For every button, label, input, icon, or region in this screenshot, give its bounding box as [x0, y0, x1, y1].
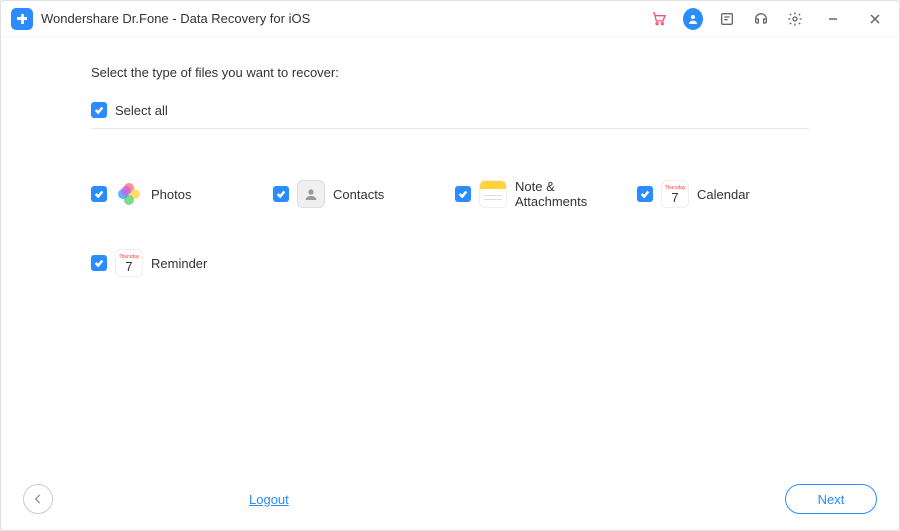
footer: Logout Next: [1, 468, 899, 530]
app-logo-icon: [11, 8, 33, 30]
calendar-icon: Thursday 7: [661, 180, 689, 208]
contacts-icon: [297, 180, 325, 208]
content-area: Select the type of files you want to rec…: [1, 37, 899, 468]
calendar-label: Calendar: [697, 187, 750, 202]
file-type-grid: Photos Contacts Note & Attachments: [91, 179, 809, 277]
titlebar-actions: [649, 5, 889, 33]
next-button[interactable]: Next: [785, 484, 877, 514]
select-all-row: Select all: [91, 102, 809, 129]
settings-icon[interactable]: [785, 9, 805, 29]
contacts-label: Contacts: [333, 187, 384, 202]
file-type-calendar[interactable]: Thursday 7 Calendar: [637, 179, 809, 209]
feedback-icon[interactable]: [717, 9, 737, 29]
user-icon[interactable]: [683, 9, 703, 29]
file-type-photos[interactable]: Photos: [91, 179, 263, 209]
photos-checkbox[interactable]: [91, 186, 107, 202]
contacts-checkbox[interactable]: [273, 186, 289, 202]
app-window: Wondershare Dr.Fone - Data Recovery for …: [0, 0, 900, 531]
window-title: Wondershare Dr.Fone - Data Recovery for …: [41, 11, 310, 26]
back-button[interactable]: [23, 484, 53, 514]
file-type-contacts[interactable]: Contacts: [273, 179, 445, 209]
instruction-text: Select the type of files you want to rec…: [91, 65, 809, 80]
notes-checkbox[interactable]: [455, 186, 471, 202]
cart-icon[interactable]: [649, 9, 669, 29]
file-type-notes[interactable]: Note & Attachments: [455, 179, 627, 209]
photos-label: Photos: [151, 187, 191, 202]
support-icon[interactable]: [751, 9, 771, 29]
select-all-label: Select all: [115, 103, 168, 118]
calendar-checkbox[interactable]: [637, 186, 653, 202]
file-type-reminder[interactable]: Thursday 7 Reminder: [91, 249, 263, 277]
reminder-checkbox[interactable]: [91, 255, 107, 271]
titlebar: Wondershare Dr.Fone - Data Recovery for …: [1, 1, 899, 37]
reminder-label: Reminder: [151, 256, 207, 271]
notes-icon: [479, 180, 507, 208]
logout-link[interactable]: Logout: [249, 492, 289, 507]
notes-label: Note & Attachments: [515, 179, 627, 209]
select-all-checkbox[interactable]: [91, 102, 107, 118]
close-button[interactable]: [861, 5, 889, 33]
photos-icon: [115, 180, 143, 208]
minimize-button[interactable]: [819, 5, 847, 33]
reminder-icon: Thursday 7: [115, 249, 143, 277]
